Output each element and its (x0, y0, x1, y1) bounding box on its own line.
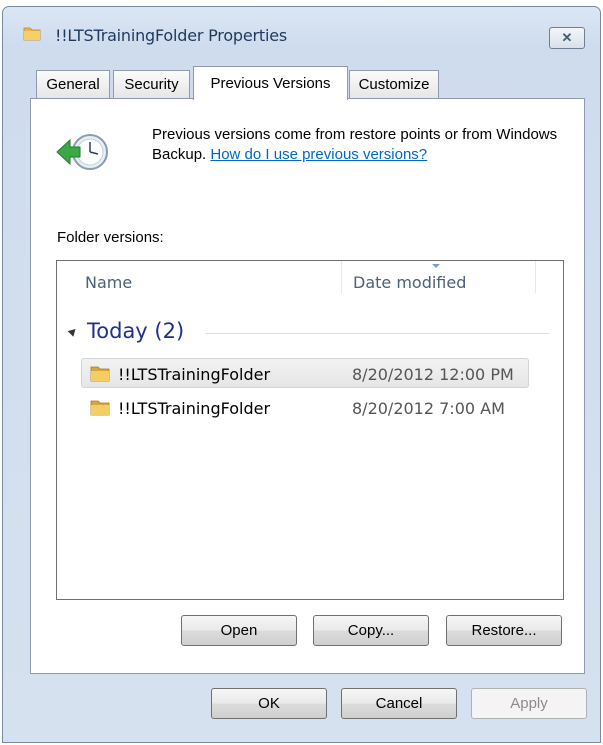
tab-label: Customize (358, 76, 430, 93)
column-header-name[interactable]: Name (85, 273, 132, 292)
sort-arrow-icon (432, 264, 440, 268)
folder-icon (90, 400, 110, 416)
restore-button[interactable]: Restore... (446, 615, 562, 646)
folder-icon (23, 27, 41, 41)
versions-list[interactable]: Name Date modified Today (2) !!LTSTraini… (56, 260, 564, 600)
close-button[interactable]: ✕ (549, 27, 585, 49)
version-date: 8/20/2012 7:00 AM (352, 399, 505, 418)
title-bar[interactable]: !!LTSTrainingFolder Properties ✕ (3, 7, 600, 49)
ok-button[interactable]: OK (211, 688, 327, 719)
collapse-triangle-icon[interactable] (67, 325, 79, 337)
help-link[interactable]: How do I use previous versions? (210, 146, 427, 163)
list-item[interactable]: !!LTSTrainingFolder 8/20/2012 12:00 PM (81, 358, 529, 388)
cancel-button[interactable]: Cancel (341, 688, 457, 719)
list-item[interactable]: !!LTSTrainingFolder 8/20/2012 7:00 AM (81, 392, 529, 422)
folder-icon (90, 366, 110, 382)
group-divider (205, 333, 549, 334)
tab-previous-versions[interactable]: Previous Versions (193, 66, 348, 100)
tab-general[interactable]: General (36, 70, 110, 98)
tab-customize[interactable]: Customize (349, 70, 439, 98)
tab-label: Previous Versions (210, 75, 331, 92)
restore-clock-icon (56, 134, 108, 170)
version-date: 8/20/2012 12:00 PM (352, 365, 514, 384)
folder-versions-label: Folder versions: (57, 229, 164, 246)
open-button[interactable]: Open (181, 615, 297, 646)
column-separator[interactable] (535, 261, 536, 293)
info-text: Previous versions come from restore poin… (152, 125, 562, 165)
copy-button[interactable]: Copy... (313, 615, 429, 646)
group-title: Today (2) (87, 319, 185, 343)
tab-label: Security (124, 76, 179, 93)
window-title: !!LTSTrainingFolder Properties (55, 26, 287, 45)
version-name: !!LTSTrainingFolder (118, 399, 271, 418)
close-icon: ✕ (561, 30, 573, 45)
version-name: !!LTSTrainingFolder (118, 365, 271, 384)
tab-security[interactable]: Security (113, 70, 190, 98)
group-header[interactable]: Today (2) (67, 319, 185, 343)
tab-label: General (46, 76, 100, 93)
column-header-date[interactable]: Date modified (353, 273, 466, 292)
column-separator[interactable] (341, 261, 342, 293)
apply-button[interactable]: Apply (471, 688, 587, 719)
